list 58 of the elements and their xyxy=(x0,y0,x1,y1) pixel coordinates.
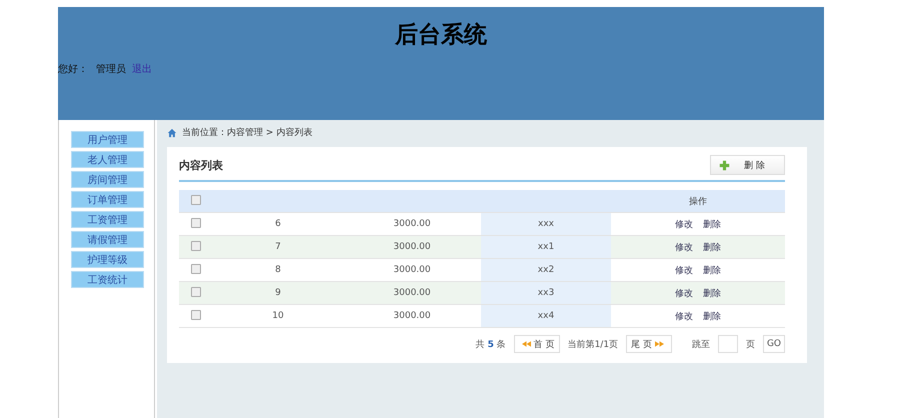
double-left-arrow-icon xyxy=(522,340,531,346)
table-cell: 8 xyxy=(275,265,281,275)
column-header: 操作 xyxy=(689,196,707,206)
menu-item[interactable]: 老人管理 xyxy=(71,151,144,168)
table-cell: 3000.00 xyxy=(393,242,431,252)
user-name: 管理员 xyxy=(96,63,126,76)
row-checkbox[interactable] xyxy=(191,310,201,320)
delete-link[interactable]: 删除 xyxy=(703,242,721,252)
plus-icon xyxy=(719,160,730,170)
menu-item[interactable]: 订单管理 xyxy=(71,191,144,208)
menu-item[interactable]: 房间管理 xyxy=(71,171,144,188)
first-page-button[interactable]: 首 页 xyxy=(514,335,560,353)
edit-link[interactable]: 修改 xyxy=(675,242,693,252)
table-cell: 9 xyxy=(275,288,281,298)
row-checkbox[interactable] xyxy=(191,240,201,250)
table-cell: xx2 xyxy=(538,265,554,275)
table-cell: xx4 xyxy=(538,311,554,321)
double-right-arrow-icon xyxy=(654,340,664,346)
edit-link[interactable]: 修改 xyxy=(675,220,693,230)
jump-label: 跳至 xyxy=(692,338,710,350)
breadcrumb-text: 当前位置：内容管理 > 内容列表 xyxy=(182,126,312,139)
delete-link[interactable]: 删除 xyxy=(703,266,721,276)
go-button[interactable]: GO xyxy=(762,335,785,353)
greeting-text: 您好： xyxy=(58,63,88,76)
panel-title: 内容列表 xyxy=(179,158,223,172)
site-title: 后台系统 xyxy=(394,21,488,50)
edit-link[interactable]: 修改 xyxy=(675,266,693,276)
table-cell: xx1 xyxy=(538,242,554,252)
home-icon xyxy=(167,128,177,138)
delete-link[interactable]: 删除 xyxy=(703,312,721,322)
edit-link[interactable]: 修改 xyxy=(675,288,693,298)
row-checkbox[interactable] xyxy=(191,286,201,296)
page-info: 当前第1/1页 xyxy=(568,338,618,350)
table-cell: xxx xyxy=(538,219,554,229)
delete-link[interactable]: 删除 xyxy=(703,220,721,230)
menu-item[interactable]: 护理等级 xyxy=(71,251,144,268)
table-cell: 3000.00 xyxy=(393,219,431,229)
delete-button[interactable]: 删 除 xyxy=(710,155,785,175)
row-checkbox[interactable] xyxy=(191,218,201,228)
table-cell: 10 xyxy=(272,311,284,321)
page-input[interactable] xyxy=(718,335,738,353)
menu-item[interactable]: 请假管理 xyxy=(71,231,144,248)
menu-item[interactable]: 工资统计 xyxy=(71,271,144,288)
table-cell: 3000.00 xyxy=(393,311,431,321)
row-checkbox[interactable] xyxy=(191,264,201,274)
select-all-checkbox[interactable] xyxy=(191,194,201,204)
edit-link[interactable]: 修改 xyxy=(675,312,693,322)
menu-item[interactable]: 用户管理 xyxy=(71,131,144,148)
table-cell: 3000.00 xyxy=(393,288,431,298)
page-unit: 页 xyxy=(746,338,755,350)
last-page-button[interactable]: 尾 页 xyxy=(626,335,672,353)
total-count: 共 5 条 xyxy=(476,338,506,350)
table-cell: 3000.00 xyxy=(393,265,431,275)
menu-item[interactable]: 工资管理 xyxy=(71,211,144,228)
table-cell: 7 xyxy=(275,242,281,252)
table-cell: xx3 xyxy=(538,288,554,298)
delete-link[interactable]: 删除 xyxy=(703,288,721,298)
table-cell: 6 xyxy=(275,219,281,229)
